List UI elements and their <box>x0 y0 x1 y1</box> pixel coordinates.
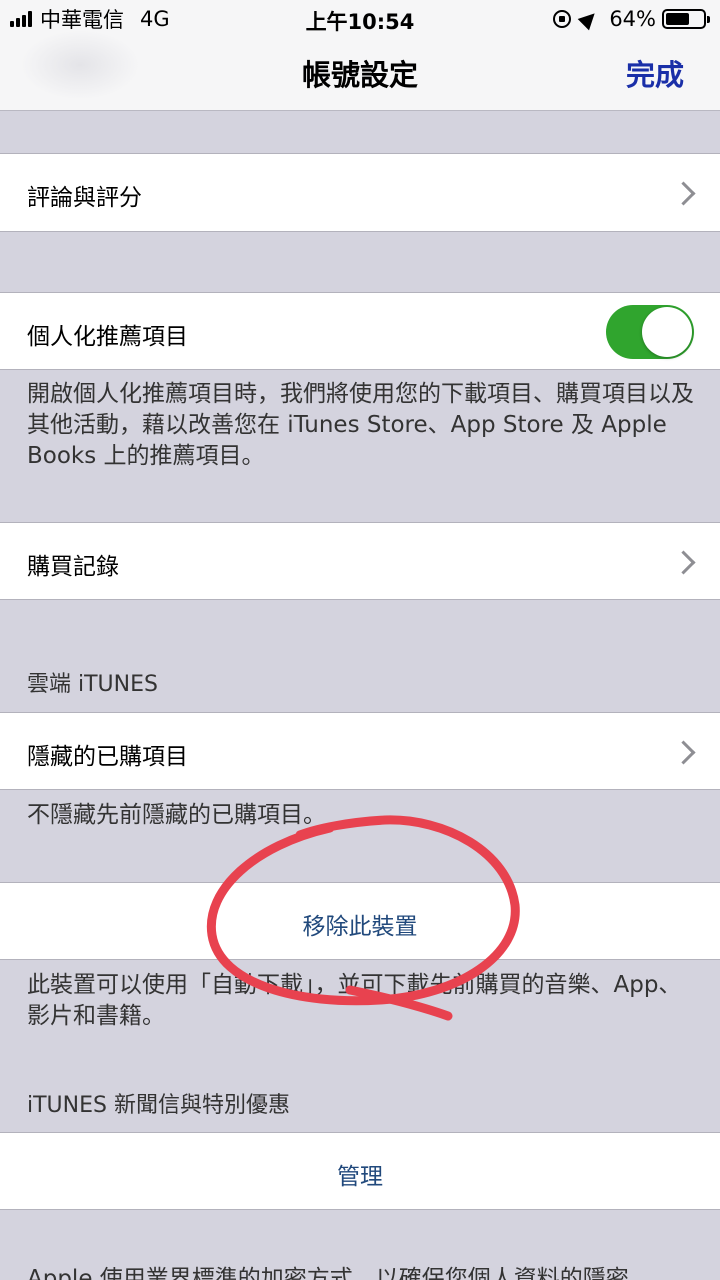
cloud-itunes-section-header: 雲端 iTUNES <box>27 672 158 697</box>
done-button[interactable]: 完成 <box>626 52 684 94</box>
remove-device-description: 此裝置可以使用「自動下載」，並可下載先前購買的音樂、App、影片和書籍。 <box>27 972 682 1029</box>
chevron-right-icon <box>671 181 696 206</box>
personalized-recommendations-description: 開啟個人化推薦項目時，我們將使用您的下載項目、購買項目以及其他活動，藉以改善您在… <box>27 381 694 469</box>
remove-device-button[interactable]: 移除此裝置 <box>0 907 720 941</box>
manage-button[interactable]: 管理 <box>0 1157 720 1191</box>
orientation-lock-icon <box>553 10 572 28</box>
hidden-purchases-description: 不隱藏先前隱藏的已購項目。 <box>27 802 326 828</box>
ratings-reviews-row[interactable]: 評論與評分 <box>0 153 720 232</box>
purchase-history-row[interactable]: 購買記錄 <box>0 522 720 600</box>
battery-percent: 64% <box>609 7 656 31</box>
personalized-recommendations-row: 個人化推薦項目 <box>0 292 720 370</box>
battery-icon <box>662 9 710 29</box>
ratings-reviews-label: 評論與評分 <box>27 185 142 211</box>
personalized-recommendations-label: 個人化推薦項目 <box>27 324 188 350</box>
top-bar: 中華電信 4G 上午10:54 64% 帳號設定 完成 <box>0 0 720 111</box>
account-settings-screen: 中華電信 4G 上午10:54 64% 帳號設定 完成 評論與評分 個人化推薦項… <box>0 0 720 1280</box>
chevron-right-icon <box>671 550 696 575</box>
hidden-purchases-row[interactable]: 隱藏的已購項目 <box>0 712 720 790</box>
hidden-purchases-label: 隱藏的已購項目 <box>27 744 188 770</box>
manage-row: 管理 <box>0 1132 720 1210</box>
newsletter-section-header: iTUNES 新聞信與特別優惠 <box>27 1093 290 1118</box>
status-bar-right: 64% <box>553 6 710 32</box>
location-arrow-icon <box>577 7 601 31</box>
purchase-history-label: 購買記錄 <box>27 554 119 580</box>
personalized-recommendations-toggle[interactable] <box>606 305 694 359</box>
toggle-knob <box>642 307 692 357</box>
privacy-footer-text: Apple 使用業界標準的加密方式，以確保您個人資料的隱密 <box>27 1266 629 1280</box>
page-title: 帳號設定 <box>301 58 418 92</box>
chevron-right-icon <box>671 740 696 765</box>
remove-device-row: 移除此裝置 <box>0 882 720 960</box>
